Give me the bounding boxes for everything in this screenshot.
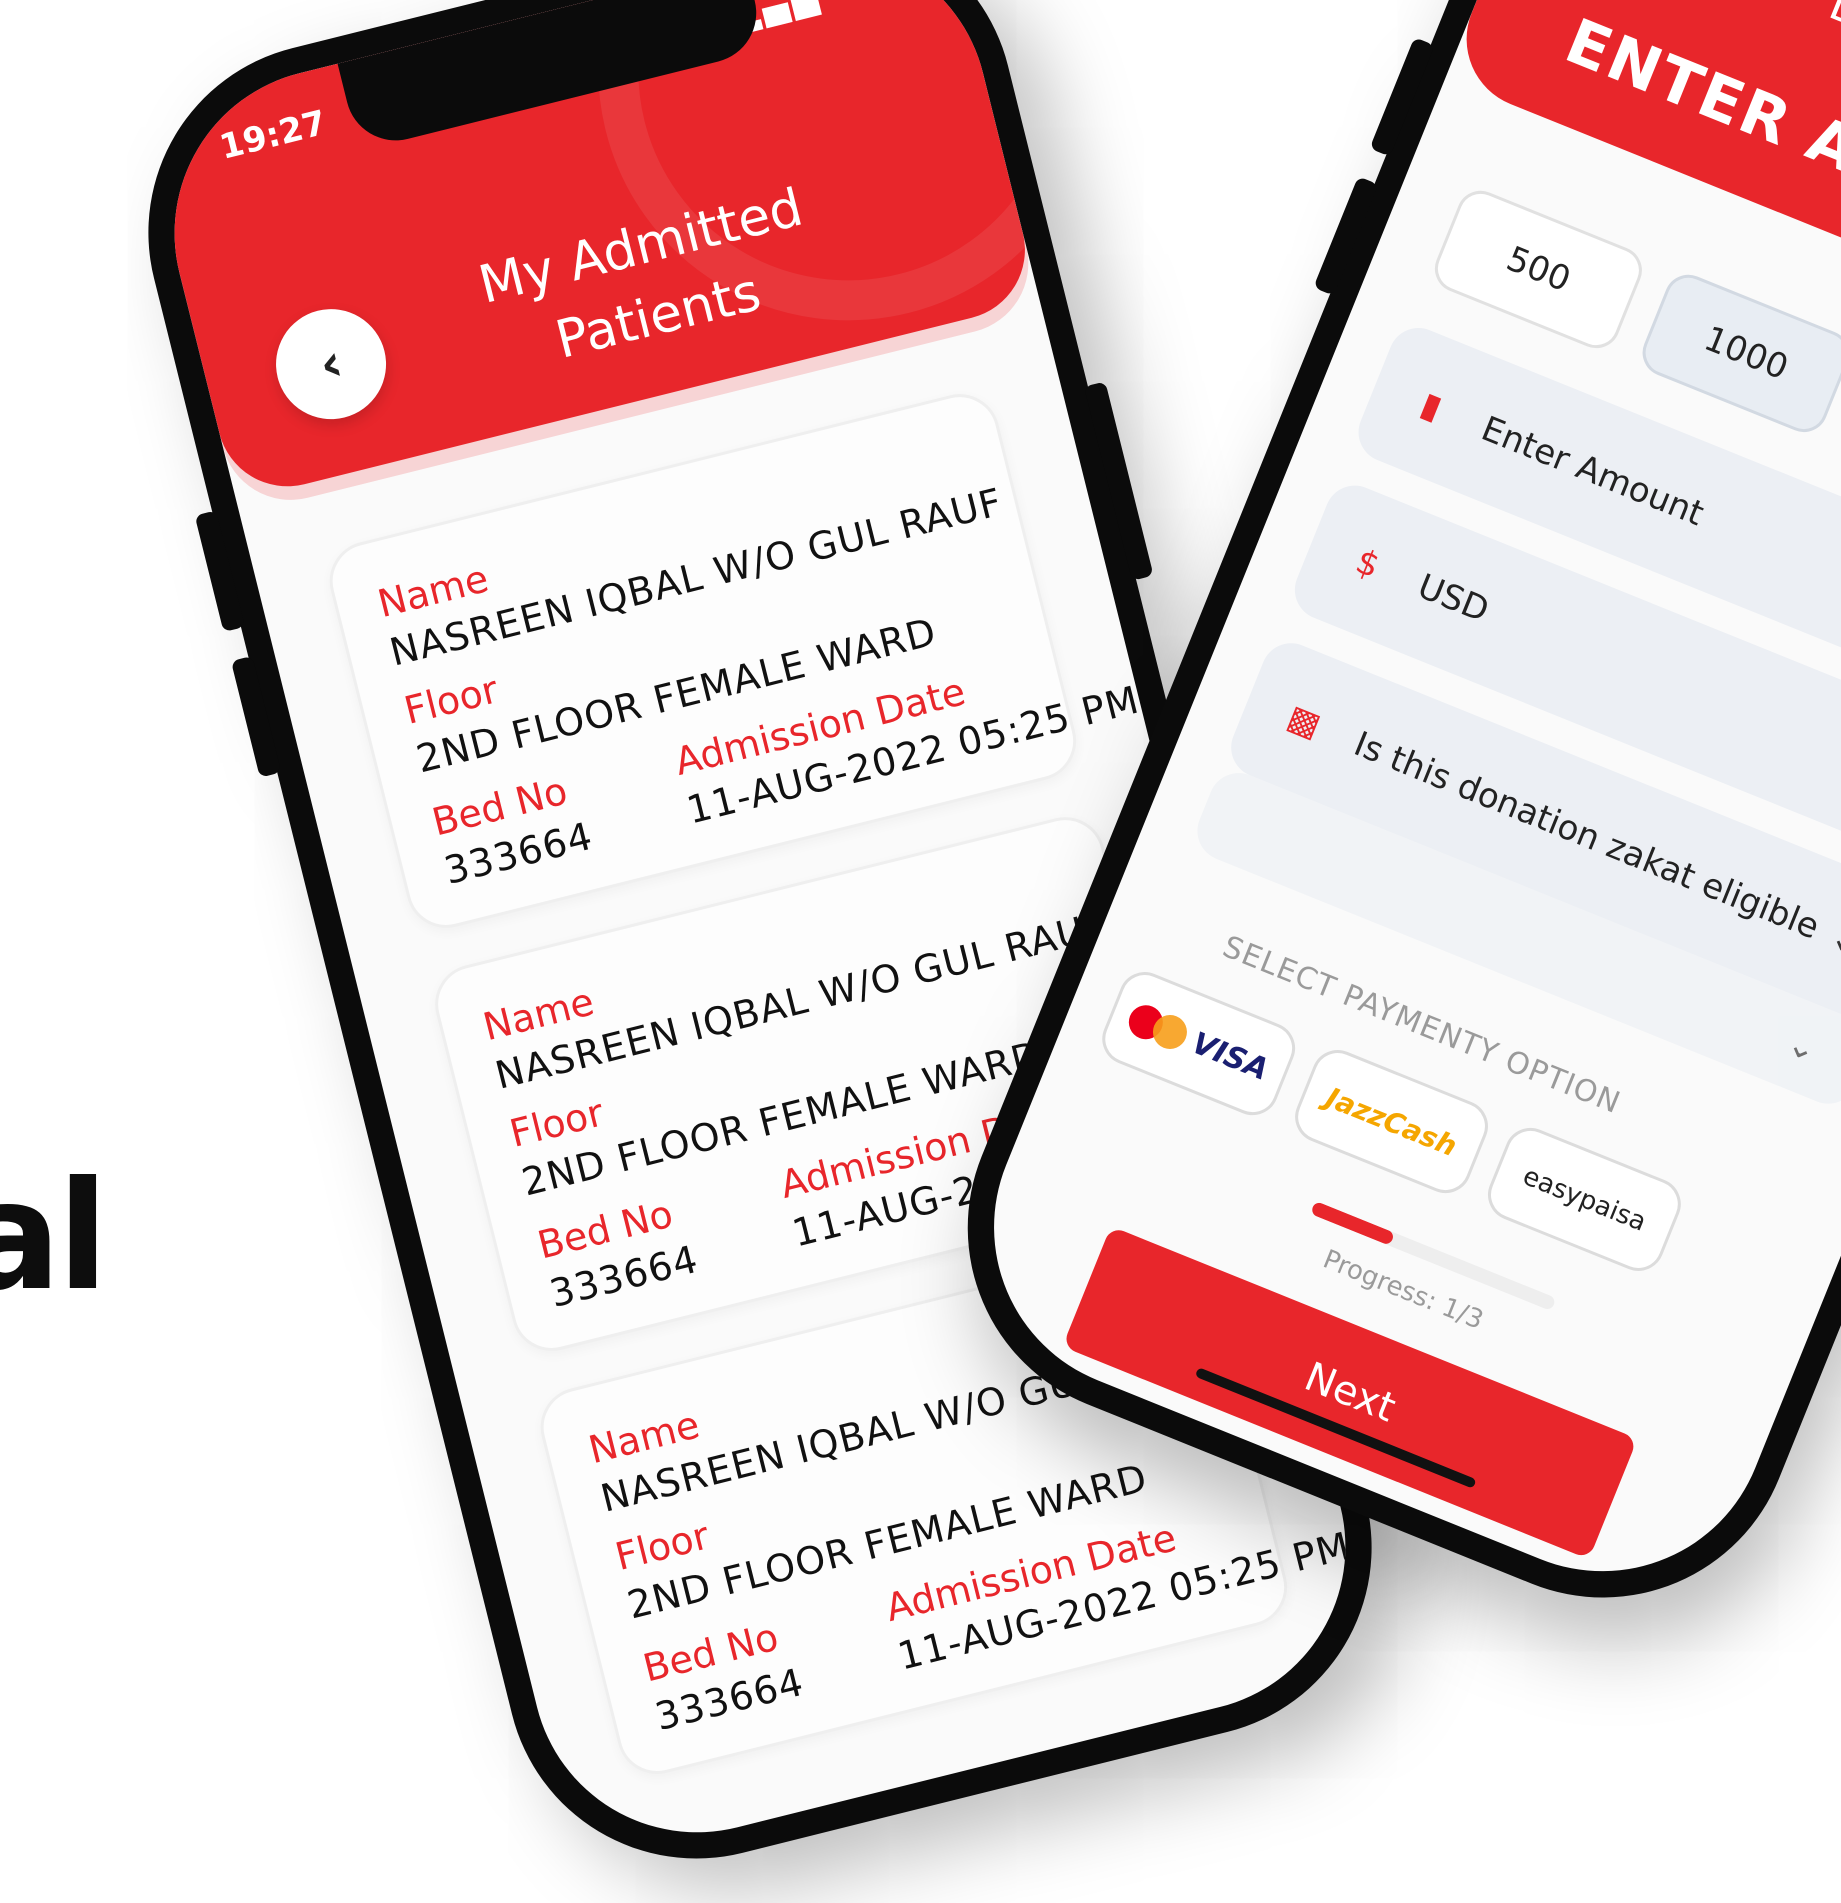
backdrop-text: al bbox=[0, 1150, 109, 1324]
easypaisa-logo: easypaisa bbox=[1518, 1161, 1651, 1238]
page-title: My Admitted Patients bbox=[386, 150, 914, 413]
progress-fill bbox=[1310, 1200, 1395, 1246]
back-button[interactable]: ‹ bbox=[264, 297, 398, 431]
gift-icon: ▩ bbox=[1281, 697, 1327, 747]
volume-up-button bbox=[194, 510, 246, 633]
amount-option-1000[interactable]: 1000 bbox=[1635, 267, 1841, 440]
mastercard-visa-logo: VISA bbox=[1124, 1000, 1274, 1088]
chevron-down-icon: ⌄ bbox=[1781, 1023, 1823, 1071]
chevron-left-icon: ‹ bbox=[313, 332, 349, 396]
payment-easypaisa[interactable]: easypaisa bbox=[1480, 1120, 1689, 1279]
payment-visa-mastercard[interactable]: VISA bbox=[1094, 964, 1303, 1123]
status-time: 19:27 bbox=[215, 102, 331, 168]
payment-jazzcash[interactable]: JazzCash bbox=[1287, 1042, 1496, 1201]
wallet-icon: ▮ bbox=[1415, 384, 1448, 429]
currency-value: USD bbox=[1412, 566, 1495, 631]
amount-placeholder: Enter Amount bbox=[1475, 408, 1710, 535]
volume-down-button bbox=[230, 655, 282, 778]
dollar-icon: $ bbox=[1350, 541, 1386, 587]
amount-option-500[interactable]: 500 bbox=[1427, 183, 1650, 356]
jazzcash-logo: JazzCash bbox=[1321, 1080, 1462, 1163]
chevron-down-icon: ⌄ bbox=[1824, 916, 1841, 965]
visa-label: VISA bbox=[1186, 1025, 1274, 1088]
